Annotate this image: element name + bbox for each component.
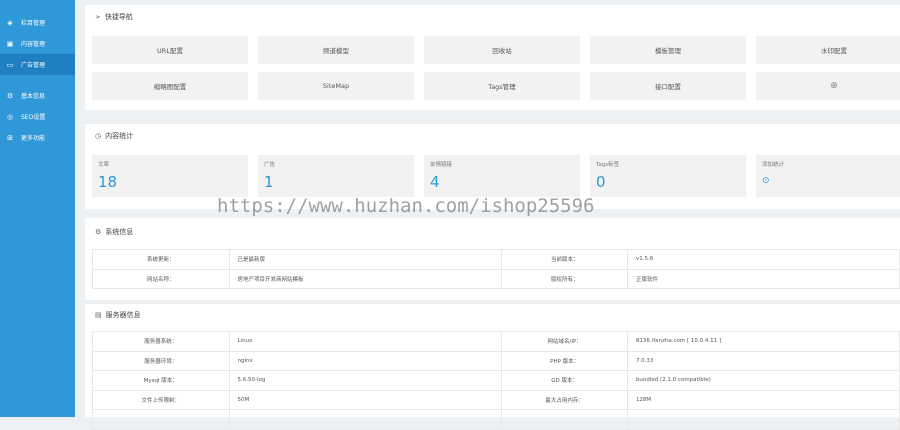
stat-card-add[interactable]: 添加统计 ⊙ (756, 155, 900, 197)
sidebar-item-seo[interactable]: ◎ SEO设置 (0, 106, 75, 127)
table-cell: Linux (228, 331, 503, 352)
sidebar-item-label: 栏目管理 (21, 20, 46, 27)
stats-title: 内容统计 (105, 132, 134, 140)
table-row: Mysql 版本： 5.6.50-log GD 版本： bundled (2.1… (92, 370, 900, 391)
quick-nav-title: 快捷导航 (104, 13, 133, 21)
quick-sitemap[interactable]: SiteMap (258, 72, 414, 100)
table-cell: 8136.ifanzha.com [ 10.0.4.11 ] (626, 331, 900, 352)
quick-url-config[interactable]: URL配置 (92, 36, 248, 64)
layers-icon: ◈ (7, 18, 13, 27)
table-row (92, 409, 900, 430)
table-cell (501, 409, 628, 430)
stats-header: ◷ 内容统计 (85, 124, 900, 148)
stat-value: 1 (264, 173, 274, 191)
sidebar-item-more[interactable]: ⊞ 更多功能 (0, 127, 75, 148)
paper-plane-icon: ➢ (95, 13, 101, 21)
quick-channel-model[interactable]: 频道模型 (258, 36, 414, 64)
table-cell: 最大占用内存： (501, 389, 628, 410)
table-cell: 版权所有： (501, 268, 628, 289)
system-title: 系统信息 (105, 228, 134, 236)
table-cell: nginx (228, 350, 503, 371)
table-cell: 7.0.33 (626, 350, 900, 371)
system-header: ⚙ 系统信息 (85, 218, 900, 246)
table-cell: 已是最新版 (228, 249, 503, 270)
quick-nav-grid: URL配置 频道模型 回收站 模板管理 水印配置 缩略图配置 SiteMap T… (92, 36, 900, 100)
sidebar-item-ads[interactable]: ▭ 广告管理 (0, 54, 75, 75)
sidebar-item-label: 内容管理 (21, 41, 46, 48)
stat-label: 文章 (98, 162, 110, 168)
stat-value: 0 (596, 173, 606, 191)
quick-thumbnail-config[interactable]: 缩略图配置 (92, 72, 248, 100)
ad-icon: ▭ (6, 60, 14, 69)
table-cell: 系统更新： (92, 249, 230, 270)
table-cell: 当前版本： (501, 249, 628, 270)
quick-template-manage[interactable]: 模板管理 (590, 36, 746, 64)
system-info-table: 系统更新： 已是最新版 当前版本： v1.5.6 网站名称： 房地产项目开发商网… (92, 249, 900, 289)
seo-icon: ◎ (6, 112, 14, 121)
sidebar-item-content[interactable]: ▣ 内容管理 (0, 33, 75, 54)
quick-tags-manage[interactable]: Tags管理 (424, 72, 580, 100)
stat-label: 广告 (264, 162, 276, 168)
table-cell (626, 409, 900, 430)
stat-card-ads[interactable]: 广告 1 (258, 155, 414, 197)
table-cell: 50M (228, 389, 503, 410)
stats-grid: 文章 18 广告 1 友情链接 4 Tags标签 0 添加统计 ⊙ (92, 155, 900, 197)
table-row: 系统更新： 已是最新版 当前版本： v1.5.6 (92, 249, 900, 270)
sidebar-item-label: 基本信息 (21, 93, 46, 100)
quick-nav-header: ➢ 快捷导航 (85, 5, 900, 29)
table-cell: v1.5.6 (627, 249, 900, 270)
sidebar-item-label: SEO设置 (21, 114, 46, 121)
table-cell: 正版软件 (627, 268, 900, 289)
table-cell: 文件上传限制： (92, 389, 230, 410)
table-cell: 网站名称： (92, 268, 230, 289)
table-cell: 服务器系统： (92, 331, 230, 352)
grid-icon: ⊞ (7, 133, 13, 142)
server-header: ▤ 服务器信息 (85, 304, 900, 326)
main-content: ➢ 快捷导航 URL配置 频道模型 回收站 模板管理 水印配置 缩略图配置 Si… (82, 0, 900, 430)
add-shortcut-icon[interactable]: ⊕ (756, 72, 900, 100)
stat-value: 18 (98, 173, 118, 191)
watermark-text: https://www.huzhan.com/ishop25596 (217, 195, 595, 217)
table-cell: 网站域名/IP： (501, 331, 628, 352)
quick-api-config[interactable]: 接口配置 (590, 72, 746, 100)
quick-watermark-config[interactable]: 水印配置 (756, 36, 900, 64)
sidebar: ◈ 栏目管理 ▣ 内容管理 ▭ 广告管理 ⚙ 基本信息 ◎ SEO设置 ⊞ 更多… (0, 0, 75, 417)
stat-card-tags[interactable]: Tags标签 0 (590, 155, 746, 197)
table-cell: 服务器环境： (92, 350, 230, 371)
stat-label: 添加统计 (762, 162, 785, 168)
sidebar-item-label: 广告管理 (21, 62, 46, 69)
stat-label: Tags标签 (596, 162, 620, 168)
sidebar-item-columns[interactable]: ◈ 栏目管理 (0, 12, 75, 33)
table-cell: PHP 版本： (501, 350, 628, 371)
server-info-table: 服务器系统： Linux 网站域名/IP： 8136.ifanzha.com [… (92, 331, 900, 430)
table-cell: 房地产项目开发商网站模板 (228, 268, 503, 289)
table-cell: Mysql 版本： (92, 370, 230, 391)
quick-recycle-bin[interactable]: 回收站 (424, 36, 580, 64)
gear-icon: ⚙ (6, 91, 14, 100)
table-row: 服务器环境： nginx PHP 版本： 7.0.33 (92, 350, 900, 371)
document-icon: ▣ (6, 39, 14, 48)
table-cell (228, 409, 503, 430)
add-circle-icon: ⊙ (762, 176, 770, 186)
stat-label: 友情链接 (430, 162, 453, 168)
stat-card-articles[interactable]: 文章 18 (92, 155, 248, 197)
gear-icon: ⚙ (95, 228, 102, 236)
sidebar-item-basic-info[interactable]: ⚙ 基本信息 (0, 85, 75, 106)
table-row: 网站名称： 房地产项目开发商网站模板 版权所有： 正版软件 (92, 268, 900, 289)
server-list-icon: ▤ (95, 311, 102, 319)
stat-value: 4 (430, 173, 440, 191)
sidebar-item-label: 更多功能 (21, 135, 46, 142)
table-row: 服务器系统： Linux 网站域名/IP： 8136.ifanzha.com [… (92, 331, 900, 352)
stat-card-links[interactable]: 友情链接 4 (424, 155, 580, 197)
table-cell: GD 版本： (501, 370, 628, 391)
table-cell: 128M (626, 389, 900, 410)
table-cell: 5.6.50-log (228, 370, 503, 391)
chart-icon: ◷ (95, 132, 102, 140)
server-title: 服务器信息 (105, 311, 141, 319)
table-cell: bundled (2.1.0 compatible) (626, 370, 900, 391)
table-cell (92, 409, 230, 430)
table-row: 文件上传限制： 50M 最大占用内存： 128M (92, 389, 900, 410)
